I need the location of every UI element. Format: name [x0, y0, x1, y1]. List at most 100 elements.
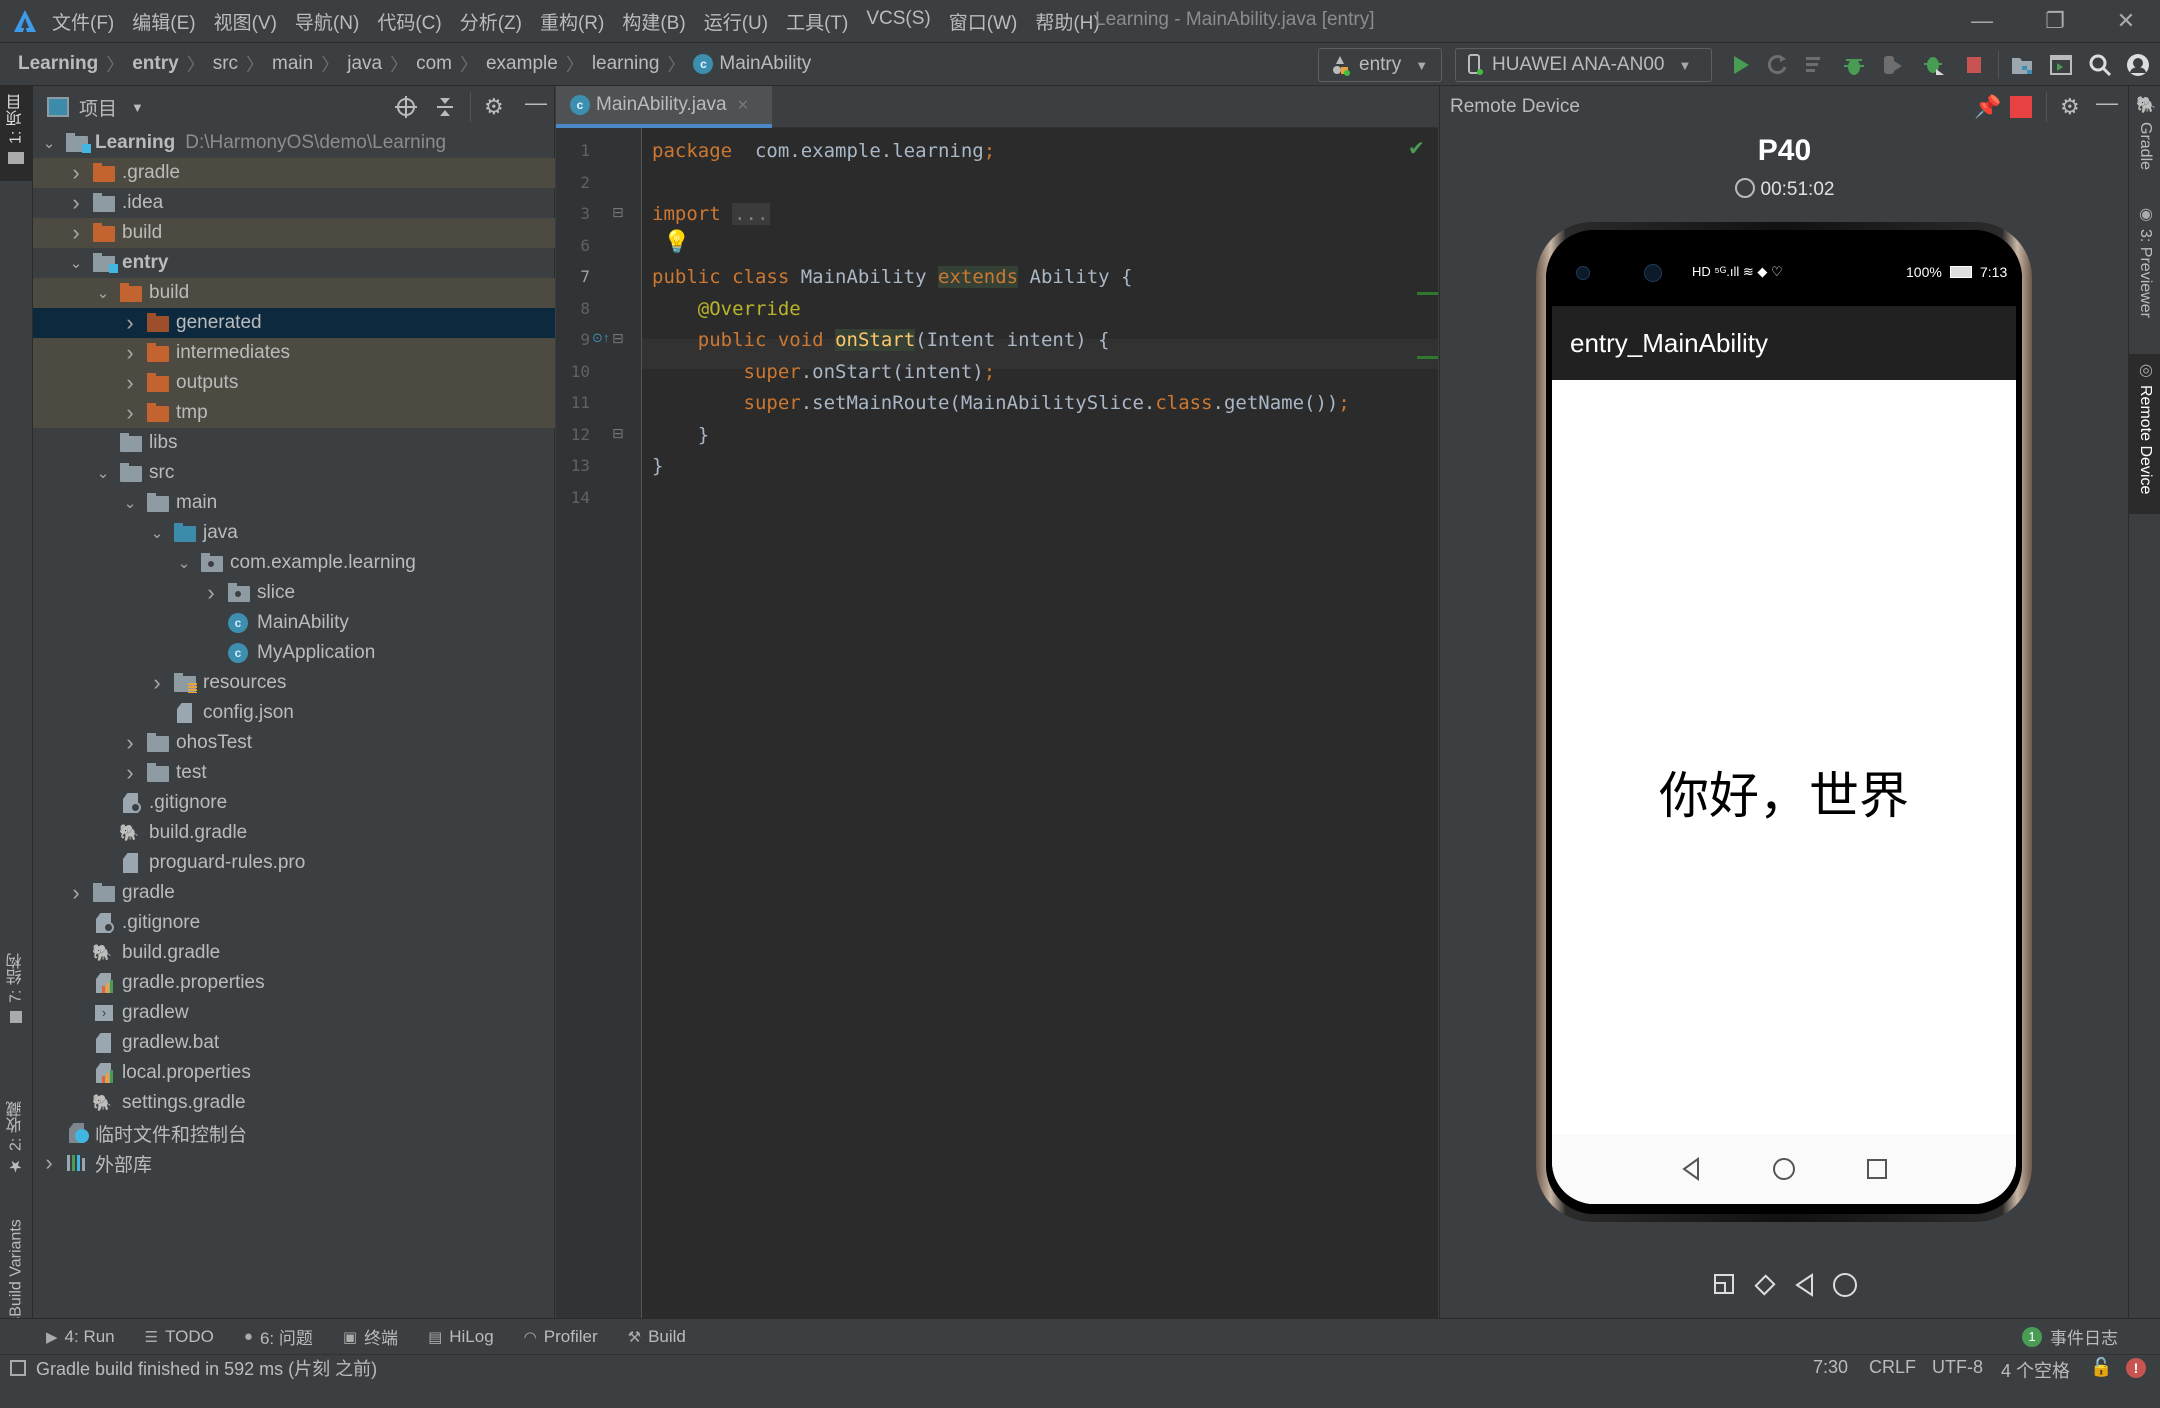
- tree-item[interactable]: c MainAbility: [33, 608, 555, 638]
- tree-item[interactable]: ⌄ build: [33, 278, 555, 308]
- menu-item[interactable]: 代码(C): [377, 8, 441, 35]
- account-icon[interactable]: [2126, 53, 2150, 77]
- menu-item[interactable]: 构建(B): [622, 8, 685, 35]
- app-screen[interactable]: 你好，世界: [1552, 380, 2016, 1204]
- tree-item[interactable]: › generated: [33, 308, 555, 338]
- tab-structure[interactable]: 7: 结构: [0, 906, 33, 1076]
- chevron-down-icon[interactable]: ⌄: [93, 284, 113, 302]
- tree-item[interactable]: .gitignore: [33, 788, 555, 818]
- fold-method-icon[interactable]: ⊟: [612, 330, 624, 347]
- pin-icon[interactable]: 📌: [1974, 94, 2001, 120]
- screenshot-icon[interactable]: [1712, 1272, 1738, 1298]
- tab-favorites[interactable]: ★ 2: 收藏: [0, 1086, 33, 1196]
- run-config-dropdown[interactable]: entry ▼: [1318, 48, 1442, 82]
- chevron-right-icon[interactable]: ›: [120, 340, 140, 366]
- chevron-right-icon[interactable]: ›: [39, 1150, 59, 1176]
- collapse-all-icon[interactable]: [435, 96, 455, 118]
- chevron-right-icon[interactable]: ›: [66, 880, 86, 906]
- chevron-down-icon[interactable]: ⌄: [66, 254, 86, 272]
- tree-item[interactable]: 🐘 settings.gradle: [33, 1088, 555, 1118]
- tree-item[interactable]: gradle.properties: [33, 968, 555, 998]
- breadcrumb-item[interactable]: src: [213, 53, 238, 75]
- menu-item[interactable]: 帮助(H): [1035, 8, 1099, 35]
- stop-remote-button[interactable]: [2010, 96, 2032, 118]
- file-encoding[interactable]: UTF-8: [1932, 1357, 1983, 1378]
- readonly-lock-icon[interactable]: 🔓: [2090, 1357, 2112, 1378]
- chevron-down-icon[interactable]: ⌄: [93, 464, 113, 482]
- run-icon[interactable]: [1729, 53, 1753, 77]
- stop-icon[interactable]: [1962, 53, 1986, 77]
- tree-item[interactable]: ⌄ Learning D:\HarmonyOS\demo\Learning: [33, 128, 555, 158]
- hide-panel-icon[interactable]: —: [2096, 90, 2118, 116]
- chevron-right-icon[interactable]: ›: [147, 670, 167, 696]
- chevron-right-icon[interactable]: ›: [120, 310, 140, 336]
- menu-item[interactable]: 文件(F): [52, 8, 114, 35]
- tree-item[interactable]: 🐘 build.gradle: [33, 938, 555, 968]
- tree-item[interactable]: ⌄ main: [33, 488, 555, 518]
- tab-previewer[interactable]: ◉ 3: Previewer: [2129, 204, 2160, 344]
- code-line[interactable]: package com.example.learning;: [652, 136, 995, 166]
- search-icon[interactable]: [2088, 53, 2112, 77]
- breadcrumb-item[interactable]: java: [347, 53, 382, 75]
- chevron-right-icon[interactable]: ›: [66, 190, 86, 216]
- chevron-down-icon[interactable]: ▼: [131, 100, 144, 115]
- breadcrumb-item[interactable]: entry: [132, 53, 178, 75]
- home-icon[interactable]: [1832, 1272, 1858, 1298]
- tree-item[interactable]: › build: [33, 218, 555, 248]
- tab-gradle[interactable]: 🐘 Gradle: [2129, 96, 2160, 196]
- phone-back-icon[interactable]: [1680, 1157, 1702, 1181]
- apply-changes-icon[interactable]: [1766, 53, 1790, 77]
- restore-button[interactable]: ❐: [2035, 6, 2075, 36]
- project-view-title[interactable]: 项目: [79, 94, 117, 121]
- rotate-icon[interactable]: [1752, 1272, 1778, 1298]
- code-line[interactable]: import ...: [652, 199, 771, 229]
- chevron-down-icon[interactable]: ⌄: [174, 554, 194, 572]
- tree-item[interactable]: 临时文件和控制台: [33, 1118, 555, 1148]
- gear-icon[interactable]: ⚙: [484, 94, 504, 120]
- menu-item[interactable]: VCS(S): [866, 8, 930, 35]
- menu-item[interactable]: 窗口(W): [949, 8, 1018, 35]
- tab-remote-device[interactable]: ◎ Remote Device: [2129, 354, 2160, 514]
- event-log-button[interactable]: 1 事件日志: [2022, 1324, 2118, 1349]
- apply-code-changes-icon[interactable]: [1803, 53, 1827, 77]
- hide-panel-icon[interactable]: —: [525, 90, 547, 116]
- menu-item[interactable]: 重构(R): [540, 8, 604, 35]
- tool-window-button[interactable]: ⚒ Build: [628, 1327, 686, 1347]
- override-method-icon[interactable]: ⊙↑: [592, 330, 609, 346]
- menu-item[interactable]: 视图(V): [214, 8, 277, 35]
- breadcrumb-item[interactable]: main: [272, 53, 313, 75]
- tree-item[interactable]: › resources: [33, 668, 555, 698]
- lightbulb-icon[interactable]: 💡: [663, 229, 690, 255]
- chevron-down-icon[interactable]: ⌄: [120, 494, 140, 512]
- toggle-panels-icon[interactable]: [10, 1359, 26, 1376]
- breadcrumb-item[interactable]: c MainAbility: [693, 53, 811, 75]
- device-dropdown[interactable]: HUAWEI ANA-AN00 ▼: [1455, 48, 1712, 82]
- tree-item[interactable]: proguard-rules.pro: [33, 848, 555, 878]
- chevron-right-icon[interactable]: ›: [66, 160, 86, 186]
- back-icon[interactable]: [1792, 1272, 1818, 1298]
- code-line[interactable]: super.setMainRoute(MainAbilitySlice.clas…: [652, 388, 1350, 418]
- tree-item[interactable]: › test: [33, 758, 555, 788]
- tree-item[interactable]: .gitignore: [33, 908, 555, 938]
- tool-window-button[interactable]: ● 6: 问题: [244, 1324, 313, 1349]
- code-line[interactable]: super.onStart(intent);: [652, 357, 996, 387]
- project-structure-icon[interactable]: [2010, 53, 2034, 77]
- chevron-down-icon[interactable]: ⌄: [147, 524, 167, 542]
- code-line[interactable]: @Override: [652, 294, 801, 324]
- breadcrumb-item[interactable]: example: [486, 53, 558, 75]
- chevron-right-icon[interactable]: ›: [66, 220, 86, 246]
- menu-item[interactable]: 工具(T): [786, 8, 848, 35]
- indent-setting[interactable]: 4 个空格: [2001, 1357, 2070, 1383]
- chevron-right-icon[interactable]: ›: [201, 580, 221, 606]
- fold-import-icon[interactable]: ⊟: [612, 204, 624, 221]
- tree-item[interactable]: › intermediates: [33, 338, 555, 368]
- minimize-button[interactable]: —: [1962, 6, 2002, 36]
- gear-icon[interactable]: ⚙: [2060, 94, 2080, 120]
- breadcrumb-item[interactable]: Learning: [18, 53, 98, 75]
- menu-item[interactable]: 编辑(E): [132, 8, 195, 35]
- code-line[interactable]: }: [652, 420, 709, 450]
- menu-item[interactable]: 分析(Z): [460, 8, 522, 35]
- code-line[interactable]: }: [652, 451, 663, 481]
- fold-end-icon[interactable]: ⊟: [612, 425, 624, 442]
- chevron-right-icon[interactable]: ›: [120, 730, 140, 756]
